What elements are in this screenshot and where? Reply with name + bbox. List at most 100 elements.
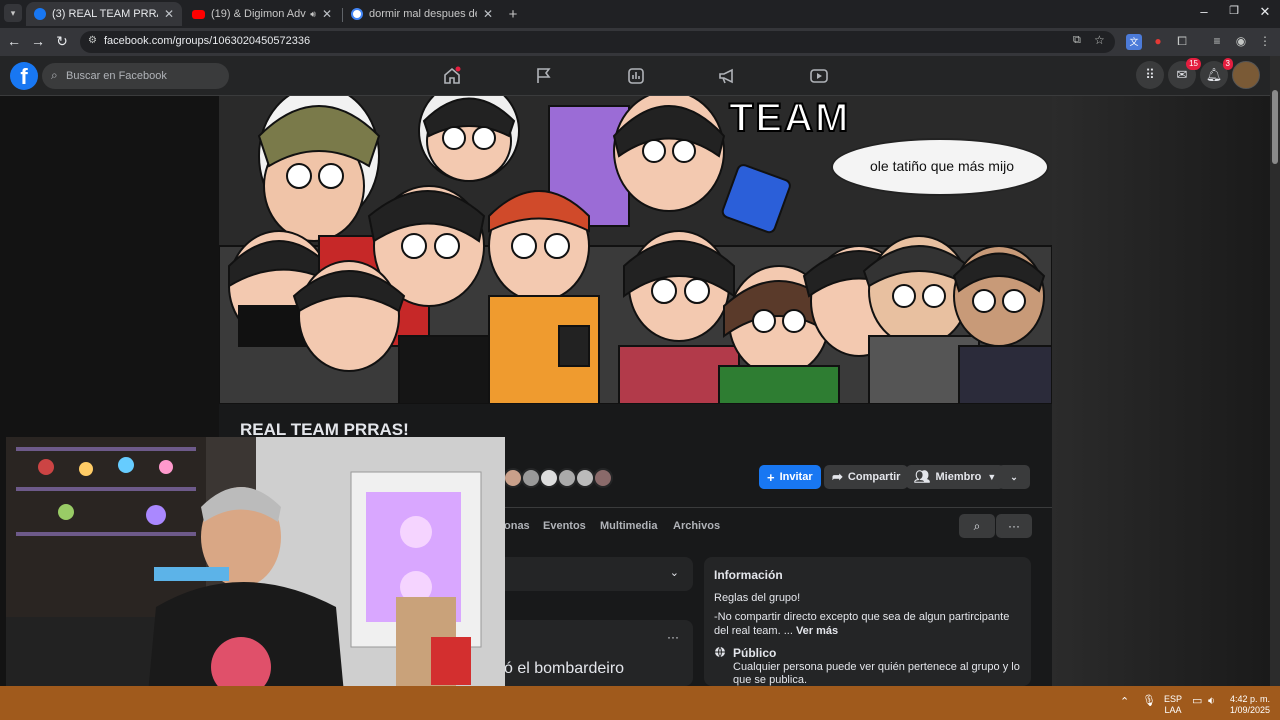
tab-eventos[interactable]: Eventos [543, 520, 586, 532]
webcam-overlay [6, 437, 505, 715]
messenger-icon: ✉ [1176, 67, 1188, 82]
bookmark-star-icon[interactable]: ☆ [1094, 33, 1105, 47]
new-tab-button[interactable]: + [503, 2, 523, 26]
tab-title: (3) REAL TEAM PRRAS! | Faceb [52, 8, 158, 20]
back-button[interactable]: ← [4, 33, 24, 49]
ads-manager-icon[interactable] [626, 66, 646, 86]
video-watch-icon[interactable] [809, 66, 829, 86]
group-more-button[interactable]: ··· [996, 514, 1032, 538]
member-avatar[interactable] [503, 468, 523, 488]
forward-button[interactable]: → [28, 33, 48, 49]
tab-search-button[interactable]: ▾ [4, 4, 22, 22]
member-avatar[interactable] [593, 468, 613, 488]
windows-taskbar: ⌃ 🎙︎ ESP LAA ▭ 🔉︎ 4:42 p. m. 1/09/2025 [0, 686, 1280, 720]
member-label: Miembro [935, 471, 982, 483]
clock-time: 4:42 p. m. [1229, 694, 1271, 704]
post-text: ó el bombardeiro [504, 660, 625, 677]
install-app-icon[interactable]: ⧉ [1073, 34, 1081, 47]
language-indicator[interactable]: ESP LAA [1162, 694, 1184, 716]
share-button[interactable]: ➦ Compartir [824, 465, 909, 489]
speaker-icon[interactable]: 🔊︎ [310, 9, 316, 20]
tab-youtube[interactable]: (19) & Digimon Adventure 🔊︎ ✕ [184, 2, 340, 26]
group-search-button[interactable]: ⌕ [959, 514, 995, 538]
google-favicon-icon [351, 8, 363, 20]
plus-icon: + [767, 469, 775, 485]
tab-archivos[interactable]: Archivos [673, 520, 720, 532]
see-more-link[interactable]: Ver más [796, 625, 838, 637]
minimize-button[interactable]: – [1189, 4, 1219, 19]
tab-title: dormir mal despues de los 30 a [369, 8, 477, 20]
info-title: Información [714, 568, 783, 582]
browser-tab-strip: ▾ (3) REAL TEAM PRRAS! | Faceb ✕ (19) & … [0, 0, 1280, 28]
rules-text: -No compartir directo excepto que sea de… [714, 610, 1014, 638]
browser-toolbar: ← → ↻ ⚙ facebook.com/groups/106302045057… [0, 28, 1280, 56]
notifications-button[interactable]: 🔔︎ 3 [1200, 58, 1233, 89]
more-options-button[interactable]: ⌄ [998, 465, 1030, 489]
restore-button[interactable]: ❐ [1219, 4, 1249, 17]
site-info-icon[interactable]: ⚙ [88, 35, 97, 46]
search-input[interactable]: ⌕ Buscar en Facebook [42, 63, 229, 89]
invite-button[interactable]: + Invitar [759, 465, 821, 489]
rules-body: -No compartir directo excepto que sea de… [714, 611, 1010, 637]
people-icon: 👥︎ [914, 469, 931, 484]
notifications-badge: 3 [1222, 58, 1233, 70]
profile-icon[interactable]: ◉ [1233, 34, 1249, 50]
translate-extension-icon[interactable]: 文 [1126, 34, 1142, 50]
more-dots-icon: ··· [1008, 519, 1020, 533]
window-close-button[interactable]: ✕ [1250, 4, 1280, 20]
member-avatar[interactable] [521, 468, 541, 488]
address-bar[interactable]: ⚙ facebook.com/groups/1063020450572336 ⧉… [80, 31, 1115, 53]
search-icon: ⌕ [973, 519, 981, 533]
cover-speech-bubble: ole tatiño que más mijo [831, 138, 1049, 196]
facebook-logo-icon[interactable]: f [10, 62, 38, 90]
close-icon[interactable]: ✕ [483, 7, 493, 21]
member-avatar[interactable] [539, 468, 559, 488]
tab-title: (19) & Digimon Adventure [211, 8, 306, 20]
rules-title: Reglas del grupo! [714, 592, 801, 604]
tab-multimedia[interactable]: Multimedia [600, 520, 657, 532]
composer-card[interactable]: ⌄ [479, 557, 693, 591]
menu-grid-button[interactable]: ⠿ [1136, 61, 1164, 89]
clock-date: 1/09/2025 [1229, 705, 1271, 715]
bell-icon: 🔔︎ [1205, 67, 1223, 82]
network-icon[interactable]: ▭ [1192, 696, 1202, 707]
tab-google[interactable]: dormir mal despues de los 30 a ✕ [343, 2, 501, 26]
search-placeholder: Buscar en Facebook [66, 70, 167, 82]
media-controls-icon[interactable]: ≡ [1209, 34, 1225, 50]
facebook-favicon-icon [34, 8, 46, 20]
tab-facebook[interactable]: (3) REAL TEAM PRRAS! | Faceb ✕ [26, 2, 182, 26]
chevron-up-icon[interactable]: ⌃ [1120, 697, 1129, 708]
group-cover-photo[interactable]: TEAM ole tatiño que más mijo [219, 96, 1052, 404]
messenger-button[interactable]: ✉ 15 [1168, 58, 1201, 89]
cover-team-text: TEAM [728, 96, 851, 141]
volume-icon[interactable]: 🔉︎ [1208, 696, 1215, 707]
layout-code: LAA [1164, 705, 1182, 715]
share-label: Compartir [847, 471, 901, 483]
public-description: Cualquier persona puede ver quién perten… [733, 661, 1020, 686]
puzzle-extensions-icon[interactable]: ⧠ [1174, 34, 1190, 50]
public-title: Público [733, 646, 777, 660]
post-options-icon[interactable]: ··· [667, 630, 679, 644]
reload-button[interactable]: ↻ [52, 33, 72, 50]
member-avatar[interactable] [557, 468, 577, 488]
menu-kebab-icon[interactable]: ⋮ [1257, 34, 1273, 50]
messenger-badge: 15 [1186, 58, 1201, 70]
plus-icon: + [508, 5, 518, 23]
home-icon[interactable] [442, 66, 462, 86]
member-button[interactable]: 👥︎ Miembro ▼ [906, 465, 1005, 489]
clock[interactable]: 4:42 p. m. 1/09/2025 [1225, 694, 1275, 716]
search-icon: ⌕ [51, 68, 58, 82]
chevron-down-icon[interactable]: ⌄ [670, 566, 679, 579]
pages-flag-icon[interactable] [534, 66, 554, 86]
language-code: ESP [1163, 694, 1182, 704]
member-avatar[interactable] [575, 468, 595, 488]
microphone-icon[interactable]: 🎙︎ [1142, 696, 1156, 707]
extension-icon[interactable]: ● [1150, 34, 1166, 50]
account-avatar[interactable] [1232, 61, 1260, 89]
close-icon[interactable]: ✕ [322, 7, 332, 21]
megaphone-icon[interactable] [717, 66, 737, 86]
scrollbar-thumb[interactable] [1272, 90, 1278, 164]
close-icon[interactable]: ✕ [164, 7, 174, 21]
tab-personas[interactable]: onas [504, 520, 530, 532]
youtube-favicon-icon [192, 9, 205, 19]
